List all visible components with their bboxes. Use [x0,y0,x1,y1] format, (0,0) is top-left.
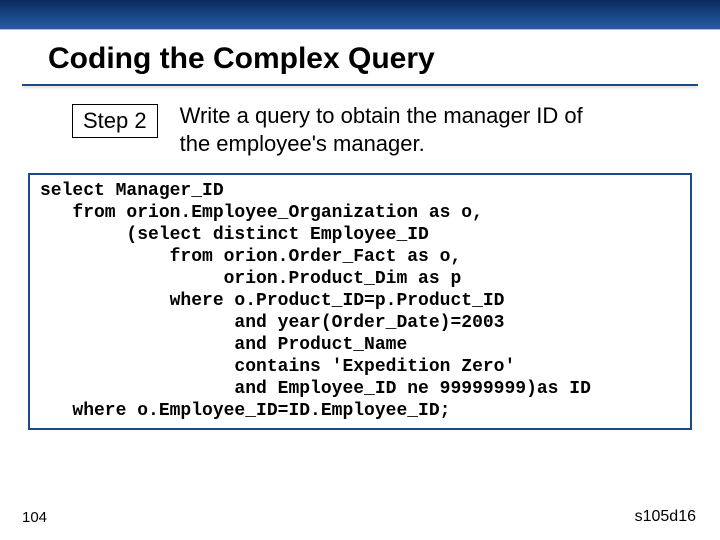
code-block: select Manager_ID from orion.Employee_Or… [28,173,692,430]
content-area: Step 2 Write a query to obtain the manag… [0,86,720,430]
page-number: 104 [22,509,47,526]
top-banner [0,0,720,30]
step-description: Write a query to obtain the manager ID o… [180,102,610,157]
slide-code: s105d16 [635,508,696,526]
slide-title: Coding the Complex Query [0,30,720,84]
step-row: Step 2 Write a query to obtain the manag… [28,102,692,157]
step-label-box: Step 2 [72,104,158,138]
